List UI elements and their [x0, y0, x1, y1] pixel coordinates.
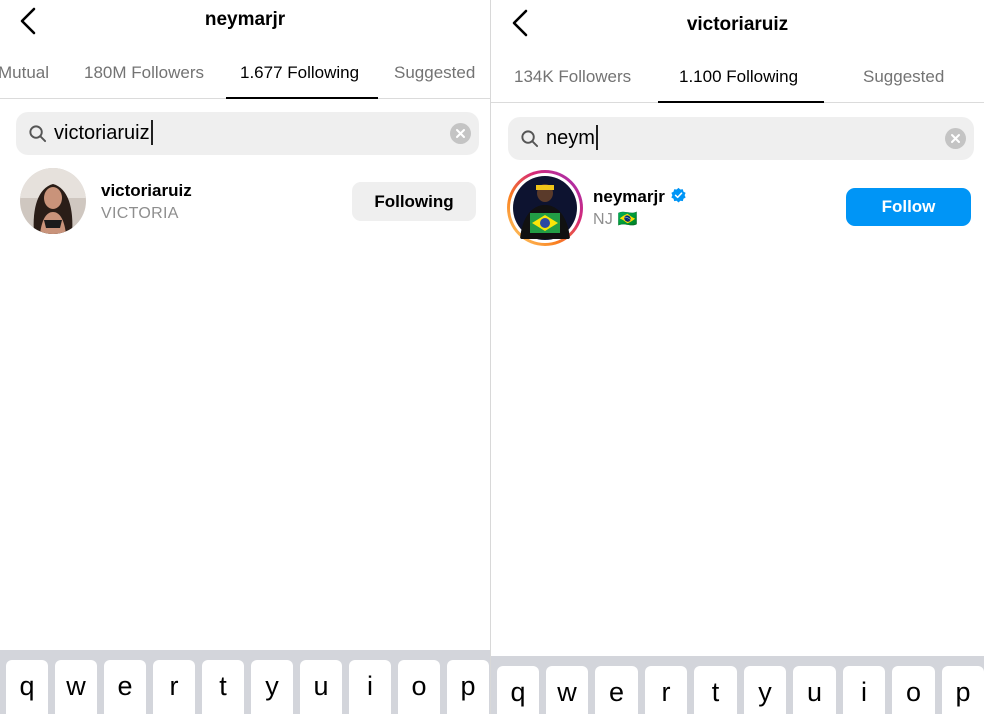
tab-followers[interactable]: 180M Followers — [84, 53, 204, 99]
full-name: VICTORIA — [101, 205, 179, 222]
user-row[interactable]: victoriaruiz VICTORIA Following — [0, 162, 490, 242]
verified-badge-icon — [671, 187, 686, 203]
search-input[interactable]: victoriaruiz — [54, 112, 153, 155]
key-u[interactable]: u — [793, 666, 836, 714]
search-input-value: victoriaruiz — [54, 122, 150, 144]
key-p[interactable]: p — [942, 666, 984, 714]
search-icon — [29, 125, 47, 143]
tab-suggested[interactable]: Suggested — [394, 53, 475, 99]
key-p[interactable]: p — [447, 660, 489, 714]
key-t[interactable]: t — [694, 666, 737, 714]
tab-followers[interactable]: 134K Followers — [514, 57, 631, 103]
tab-following[interactable]: 1.100 Following — [679, 57, 798, 103]
key-r[interactable]: r — [153, 660, 195, 714]
tab-mutual[interactable]: Mutual — [0, 53, 49, 99]
key-i[interactable]: i — [349, 660, 391, 714]
key-w[interactable]: w — [546, 666, 588, 714]
username-text: neymarjr — [593, 187, 665, 206]
keyboard: q w e r t y u i o p — [491, 656, 984, 714]
avatar[interactable] — [20, 168, 86, 234]
key-r[interactable]: r — [645, 666, 687, 714]
active-tab-indicator — [226, 97, 378, 99]
active-tab-indicator — [658, 101, 824, 103]
key-u[interactable]: u — [300, 660, 342, 714]
username[interactable]: neymarjr — [593, 187, 687, 207]
following-button[interactable]: Following — [352, 182, 476, 221]
key-o[interactable]: o — [892, 666, 935, 714]
follow-tabs: Mutual 180M Followers 1.677 Following Su… — [0, 53, 490, 99]
text-cursor — [595, 124, 598, 150]
left-panel: neymarjr Mutual 180M Followers 1.677 Fol… — [0, 0, 490, 714]
follow-tabs: 134K Followers 1.100 Following Suggested — [491, 57, 984, 103]
key-w[interactable]: w — [55, 660, 97, 714]
search-bar[interactable]: victoriaruiz — [16, 112, 479, 155]
search-bar[interactable]: neym — [508, 117, 974, 160]
right-panel: victoriaruiz 134K Followers 1.100 Follow… — [491, 0, 984, 714]
tab-following[interactable]: 1.677 Following — [240, 53, 359, 99]
user-row[interactable]: neymarjr NJ 🇧🇷 Follow — [491, 167, 984, 247]
username[interactable]: victoriaruiz — [101, 181, 192, 201]
key-t[interactable]: t — [202, 660, 244, 714]
key-q[interactable]: q — [497, 666, 539, 714]
key-q[interactable]: q — [6, 660, 48, 714]
key-e[interactable]: e — [595, 666, 638, 714]
profile-title: neymarjr — [204, 9, 286, 30]
search-input[interactable]: neym — [546, 117, 598, 160]
follow-button[interactable]: Follow — [846, 188, 971, 226]
keyboard: q w e r t y u i o p — [0, 650, 490, 714]
avatar-story-ring[interactable] — [506, 169, 584, 247]
clear-search-icon[interactable] — [945, 128, 966, 149]
key-o[interactable]: o — [398, 660, 440, 714]
key-y[interactable]: y — [251, 660, 293, 714]
profile-title: victoriaruiz — [686, 14, 789, 35]
tab-suggested[interactable]: Suggested — [863, 57, 944, 103]
search-icon — [521, 130, 539, 148]
key-i[interactable]: i — [843, 666, 885, 714]
clear-search-icon[interactable] — [450, 123, 471, 144]
full-name: NJ 🇧🇷 — [593, 211, 639, 228]
text-cursor — [150, 119, 153, 145]
key-y[interactable]: y — [744, 666, 786, 714]
key-e[interactable]: e — [104, 660, 146, 714]
search-input-value: neym — [546, 127, 595, 149]
